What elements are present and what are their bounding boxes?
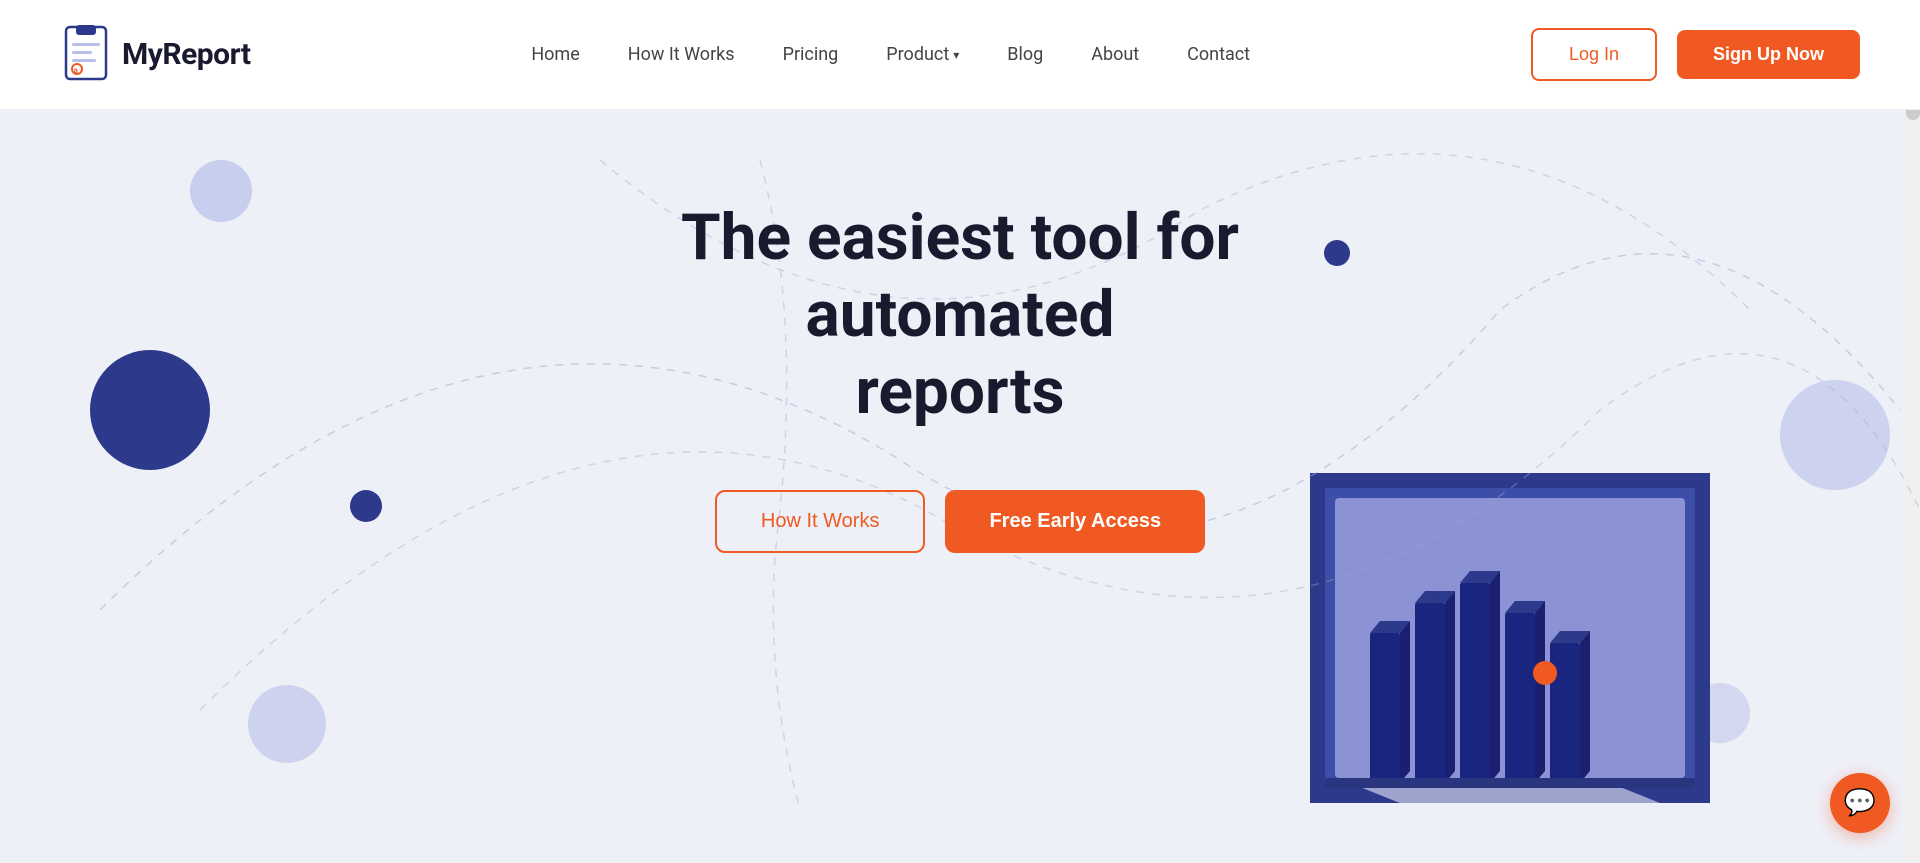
circle-dark-small xyxy=(350,490,382,522)
nav-link-pricing[interactable]: Pricing xyxy=(783,44,839,65)
logo-icon: a xyxy=(60,25,112,85)
nav-actions: Log In Sign Up Now xyxy=(1531,28,1860,81)
chat-icon: 💬 xyxy=(1844,788,1876,818)
hero-buttons: How It Works Free Early Access xyxy=(715,490,1205,553)
chat-bubble-button[interactable]: 💬 xyxy=(1830,773,1890,833)
circle-dark-large xyxy=(90,350,210,470)
logo[interactable]: a MyReport xyxy=(60,25,250,85)
login-button[interactable]: Log In xyxy=(1531,28,1657,81)
svg-text:a: a xyxy=(74,66,79,75)
brand-name: MyReport xyxy=(122,37,250,72)
chevron-down-icon: ▾ xyxy=(953,48,959,62)
circle-light-top-left xyxy=(190,160,252,222)
navbar: a MyReport Home How It Works Pricing Pro… xyxy=(0,0,1920,110)
nav-item-contact[interactable]: Contact xyxy=(1187,44,1250,65)
nav-link-home[interactable]: Home xyxy=(531,44,579,65)
hero-section: The easiest tool for automated reports H… xyxy=(0,110,1920,863)
nav-link-product[interactable]: Product ▾ xyxy=(886,44,959,65)
nav-item-about[interactable]: About xyxy=(1091,44,1139,65)
nav-item-product[interactable]: Product ▾ xyxy=(886,44,959,65)
nav-link-about[interactable]: About xyxy=(1091,44,1139,65)
hero-early-access-button[interactable]: Free Early Access xyxy=(945,490,1205,553)
nav-links: Home How It Works Pricing Product ▾ Blog… xyxy=(531,44,1250,65)
nav-link-blog[interactable]: Blog xyxy=(1007,44,1043,65)
nav-link-contact[interactable]: Contact xyxy=(1187,44,1250,65)
nav-item-pricing[interactable]: Pricing xyxy=(783,44,839,65)
signup-button[interactable]: Sign Up Now xyxy=(1677,30,1860,79)
hero-how-works-button[interactable]: How It Works xyxy=(715,490,926,553)
hero-title: The easiest tool for automated reports xyxy=(560,200,1360,430)
scrollbar-track[interactable] xyxy=(1906,0,1920,863)
nav-item-how-it-works[interactable]: How It Works xyxy=(628,44,735,65)
circle-light-bottom-left xyxy=(248,685,326,763)
nav-item-home[interactable]: Home xyxy=(531,44,579,65)
nav-link-how-it-works[interactable]: How It Works xyxy=(628,44,735,65)
nav-item-blog[interactable]: Blog xyxy=(1007,44,1043,65)
circle-light-right-large xyxy=(1780,380,1890,490)
